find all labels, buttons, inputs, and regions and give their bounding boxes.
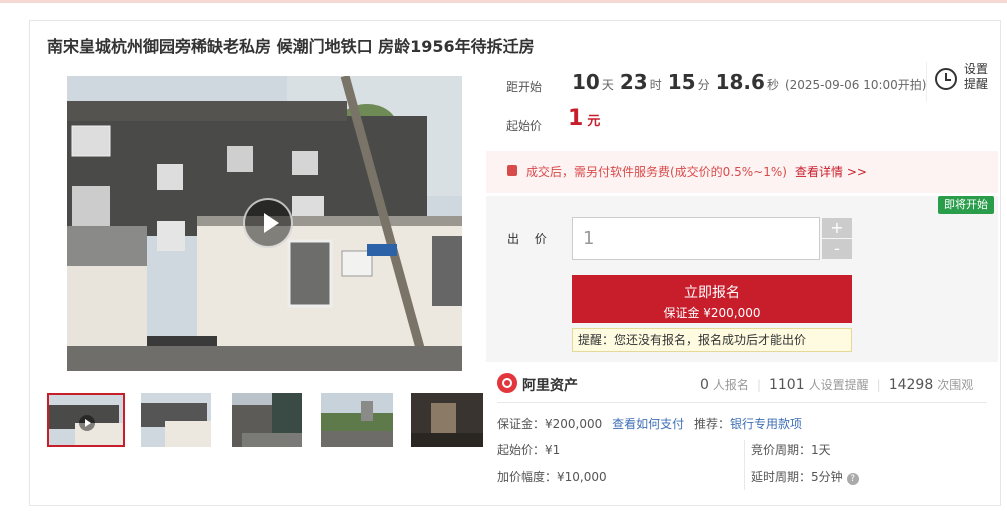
column-divider (744, 440, 745, 490)
signup-tip: 提醒：您还没有报名，报名成功后才能出价 (572, 328, 852, 352)
thumbnail-5[interactable] (411, 393, 489, 447)
signup-label: 立即报名 (684, 285, 740, 301)
signup-count: 0 (700, 377, 709, 393)
thumbnail-image (232, 393, 302, 447)
start-price-unit: 元 (587, 114, 601, 129)
play-video-button[interactable] (243, 198, 293, 248)
bank-special-link[interactable]: 银行专用款项 (730, 417, 802, 431)
service-fee-text: 成交后，需另付软件服务费(成交价的0.5%~1%) (526, 165, 787, 179)
deposit-row: 保证金：¥200,000 查看如何支付 推荐：银行专用款项 (497, 415, 802, 432)
alarm-clock-icon (935, 68, 957, 90)
detail-bid-cycle: 竞价周期：1天 (751, 443, 831, 457)
gift-icon (507, 165, 517, 176)
detail-start-price: 起始价：¥1 (497, 443, 561, 457)
view-count-label: 次围观 (937, 378, 974, 392)
decrease-bid-button[interactable]: - (822, 239, 852, 259)
minutes-unit: 分 (697, 78, 710, 92)
divider-line (497, 402, 987, 403)
thumbnail-1[interactable] (47, 393, 125, 447)
signup-deposit: 保证金 ¥200,000 (663, 306, 761, 320)
thumbnail-image (411, 393, 483, 447)
countdown-seconds: 18.6 (715, 70, 765, 94)
set-reminder-label: 设置提醒 (964, 62, 989, 91)
bid-label: 出 价 (507, 232, 553, 246)
set-reminder-button[interactable]: 设置提醒 (926, 62, 1001, 102)
stats-bar: 0 人报名 | 1101 人设置提醒 | 14298 次围观 (700, 376, 973, 393)
how-to-pay-link[interactable]: 查看如何支付 (612, 417, 684, 431)
deposit-text: 保证金：¥200,000 (497, 417, 603, 431)
top-accent-bar (0, 0, 1007, 3)
bid-input[interactable]: 1 (572, 217, 820, 260)
countdown-minutes: 15 (667, 70, 696, 94)
reminder-count: 1101 (768, 377, 805, 393)
signup-count-label: 人报名 (712, 378, 749, 392)
seconds-unit: 秒 (766, 78, 779, 92)
thumbnail-image (321, 393, 393, 447)
reminder-count-label: 人设置提醒 (808, 378, 869, 392)
help-icon[interactable]: ? (846, 473, 859, 485)
countdown-label: 距开始 (506, 80, 543, 94)
view-count: 14298 (888, 377, 934, 393)
recommend-label: 推荐： (693, 417, 730, 431)
start-price-label: 起始价 (506, 119, 543, 133)
thumbnail-4[interactable] (321, 393, 399, 447)
detail-increment: 加价幅度：¥10,000 (497, 470, 607, 484)
signup-button[interactable]: 立即报名 保证金 ¥200,000 (572, 275, 852, 323)
detail-delay-cycle: 延时周期：5分钟? (751, 468, 859, 485)
increase-bid-button[interactable]: + (822, 218, 852, 238)
service-fee-notice: 成交后，需另付软件服务费(成交价的0.5%~1%) 查看详情 >> (486, 151, 998, 193)
countdown: 10 天 23 时 15 分 18.6 秒 (2025-09-06 10:00开拍) (572, 70, 926, 94)
countdown-hours: 23 (619, 70, 648, 94)
status-badge: 即将开始 (938, 196, 994, 214)
thumbnail-image (49, 395, 123, 445)
delay-text: 延时周期：5分钟 (751, 470, 843, 484)
divider: | (756, 378, 761, 392)
days-unit: 天 (601, 78, 614, 92)
hours-unit: 时 (649, 78, 662, 92)
view-details-link[interactable]: 查看详情 >> (795, 163, 867, 180)
alibaba-assets-logo-icon (497, 373, 517, 393)
start-price-value: 1 (568, 106, 584, 131)
countdown-days: 10 (572, 70, 600, 94)
start-time: (2025-09-06 10:00开拍) (784, 78, 927, 92)
page-title: 南宋皇城杭州御园旁稀缺老私房 候潮门地铁口 房龄1956年待拆迁房 (47, 37, 535, 56)
thumbnail-2[interactable] (141, 393, 219, 447)
divider: | (876, 378, 881, 392)
start-price: 1元 (568, 106, 600, 131)
thumbnail-image (141, 393, 211, 447)
thumbnail-3[interactable] (232, 393, 310, 447)
brand-name: 阿里资产 (522, 378, 578, 394)
